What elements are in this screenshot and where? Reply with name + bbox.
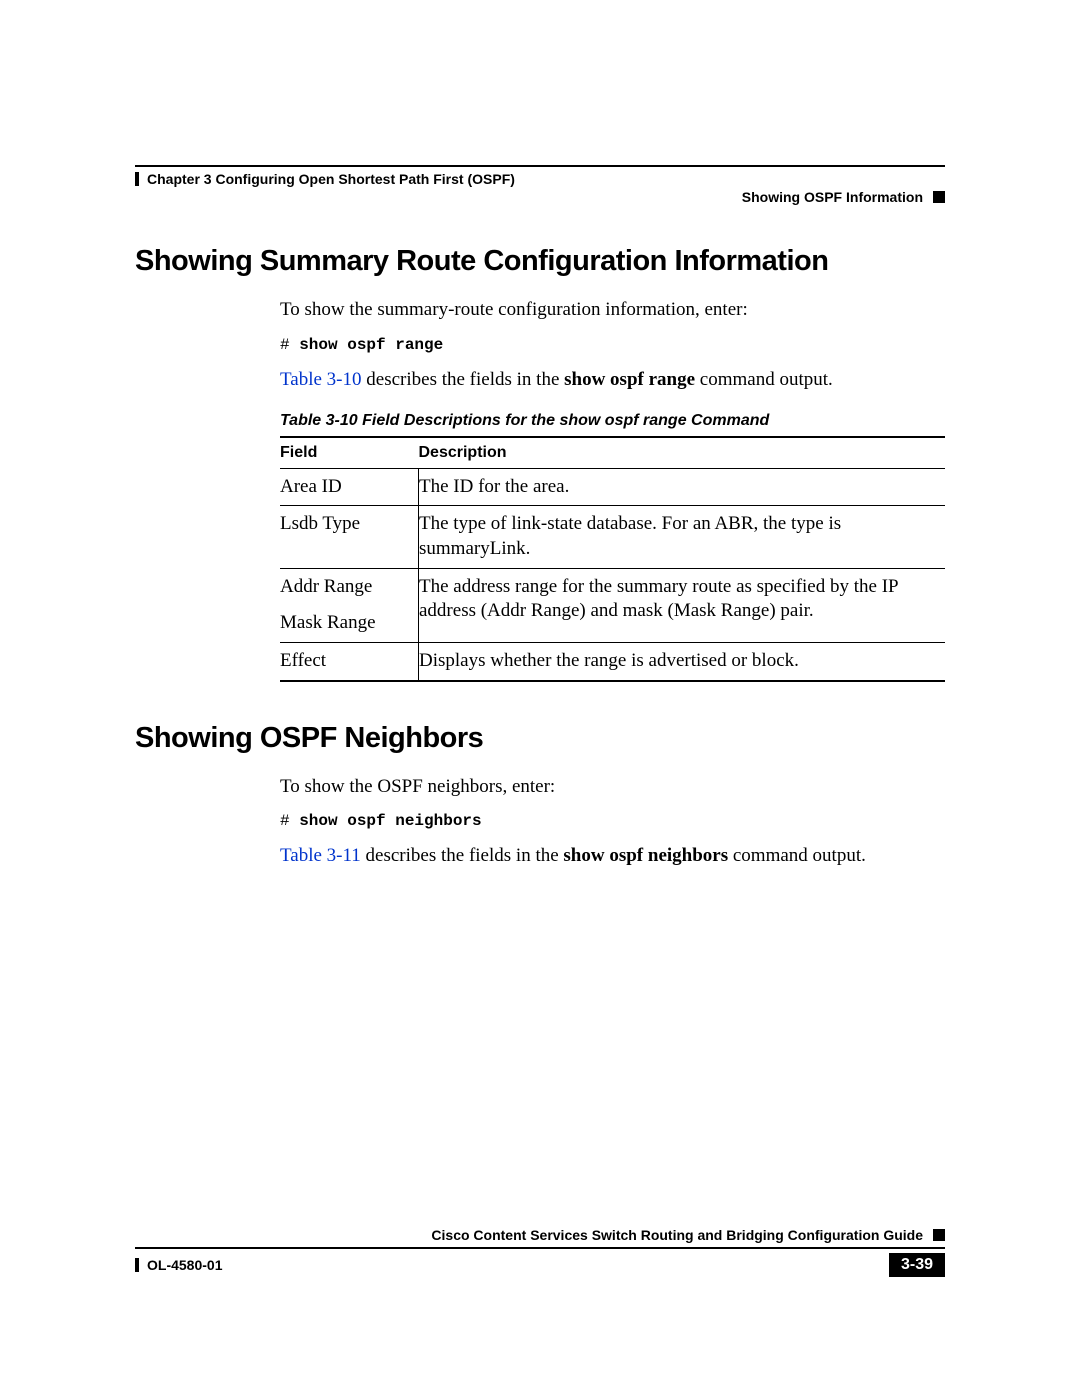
cmd1: show ospf range	[299, 336, 443, 354]
cell-desc: The type of link-state database. For an …	[419, 506, 946, 568]
section1-intro: To show the summary-route configuration …	[280, 298, 945, 322]
cmd2: show ospf neighbors	[299, 812, 481, 830]
guide-title: Cisco Content Services Switch Routing an…	[431, 1227, 923, 1243]
prompt1: #	[280, 336, 299, 354]
cell-field: Mask Range	[280, 605, 419, 642]
table-row: Effect Displays whether the range is adv…	[280, 642, 945, 680]
section1-command: # show ospf range	[280, 336, 945, 354]
cell-desc: The address range for the summary route …	[419, 568, 946, 642]
cell-desc: Displays whether the range is advertised…	[419, 642, 946, 680]
desc2-end: command output.	[728, 845, 866, 866]
section2-intro: To show the OSPF neighbors, enter:	[280, 775, 945, 799]
section2-command: # show ospf neighbors	[280, 812, 945, 830]
page-footer: Cisco Content Services Switch Routing an…	[135, 1227, 945, 1277]
page-number: 3-39	[889, 1253, 945, 1277]
section2-body: To show the OSPF neighbors, enter: # sho…	[280, 775, 945, 869]
section1-body: To show the summary-route configuration …	[280, 298, 945, 682]
footer-top: Cisco Content Services Switch Routing an…	[135, 1227, 945, 1249]
section1-desc: Table 3-10 describes the fields in the s…	[280, 368, 945, 392]
table-3-10: Field Description Area ID The ID for the…	[280, 436, 945, 682]
footer-square-icon	[933, 1229, 945, 1241]
desc1-bold: show ospf range	[564, 369, 695, 390]
header-square-icon	[933, 191, 945, 203]
table-row: Lsdb Type The type of link-state databas…	[280, 506, 945, 568]
prompt2: #	[280, 812, 299, 830]
table-3-10-caption: Table 3-10 Field Descriptions for the sh…	[280, 412, 945, 430]
header-top: Chapter 3 Configuring Open Shortest Path…	[135, 165, 945, 187]
table-header-row: Field Description	[280, 437, 945, 469]
footer-bar-icon	[135, 1258, 139, 1272]
table-3-10-link[interactable]: Table 3-10	[280, 369, 362, 390]
section-label: Showing OSPF Information	[742, 189, 923, 205]
section2: Showing OSPF Neighbors To show the OSPF …	[135, 722, 945, 869]
doc-number: OL-4580-01	[147, 1257, 222, 1273]
table-row: Addr Range The address range for the sum…	[280, 568, 945, 605]
table-row: Area ID The ID for the area.	[280, 468, 945, 506]
col-desc: Description	[419, 437, 946, 469]
cell-field: Effect	[280, 642, 419, 680]
section1-heading: Showing Summary Route Configuration Info…	[135, 245, 945, 278]
cell-field: Addr Range	[280, 568, 419, 605]
desc2-mid: describes the fields in the	[361, 845, 564, 866]
table-3-11-link[interactable]: Table 3-11	[280, 845, 361, 866]
footer-left: OL-4580-01	[135, 1257, 222, 1273]
col-field: Field	[280, 437, 419, 469]
chapter-label: Chapter 3 Configuring Open Shortest Path…	[147, 171, 515, 187]
section2-heading: Showing OSPF Neighbors	[135, 722, 945, 755]
desc1-end: command output.	[695, 369, 833, 390]
cell-field: Area ID	[280, 468, 419, 506]
desc1-mid: describes the fields in the	[362, 369, 565, 390]
page-header: Chapter 3 Configuring Open Shortest Path…	[135, 165, 945, 205]
section2-desc: Table 3-11 describes the fields in the s…	[280, 844, 945, 868]
footer-bottom: OL-4580-01 3-39	[135, 1253, 945, 1277]
header-sub: Showing OSPF Information	[135, 189, 945, 205]
content-area: Showing Summary Route Configuration Info…	[135, 245, 945, 882]
cell-field: Lsdb Type	[280, 506, 419, 568]
header-bar-icon	[135, 172, 139, 186]
desc2-bold: show ospf neighbors	[563, 845, 728, 866]
cell-desc: The ID for the area.	[419, 468, 946, 506]
page: Chapter 3 Configuring Open Shortest Path…	[0, 0, 1080, 1397]
